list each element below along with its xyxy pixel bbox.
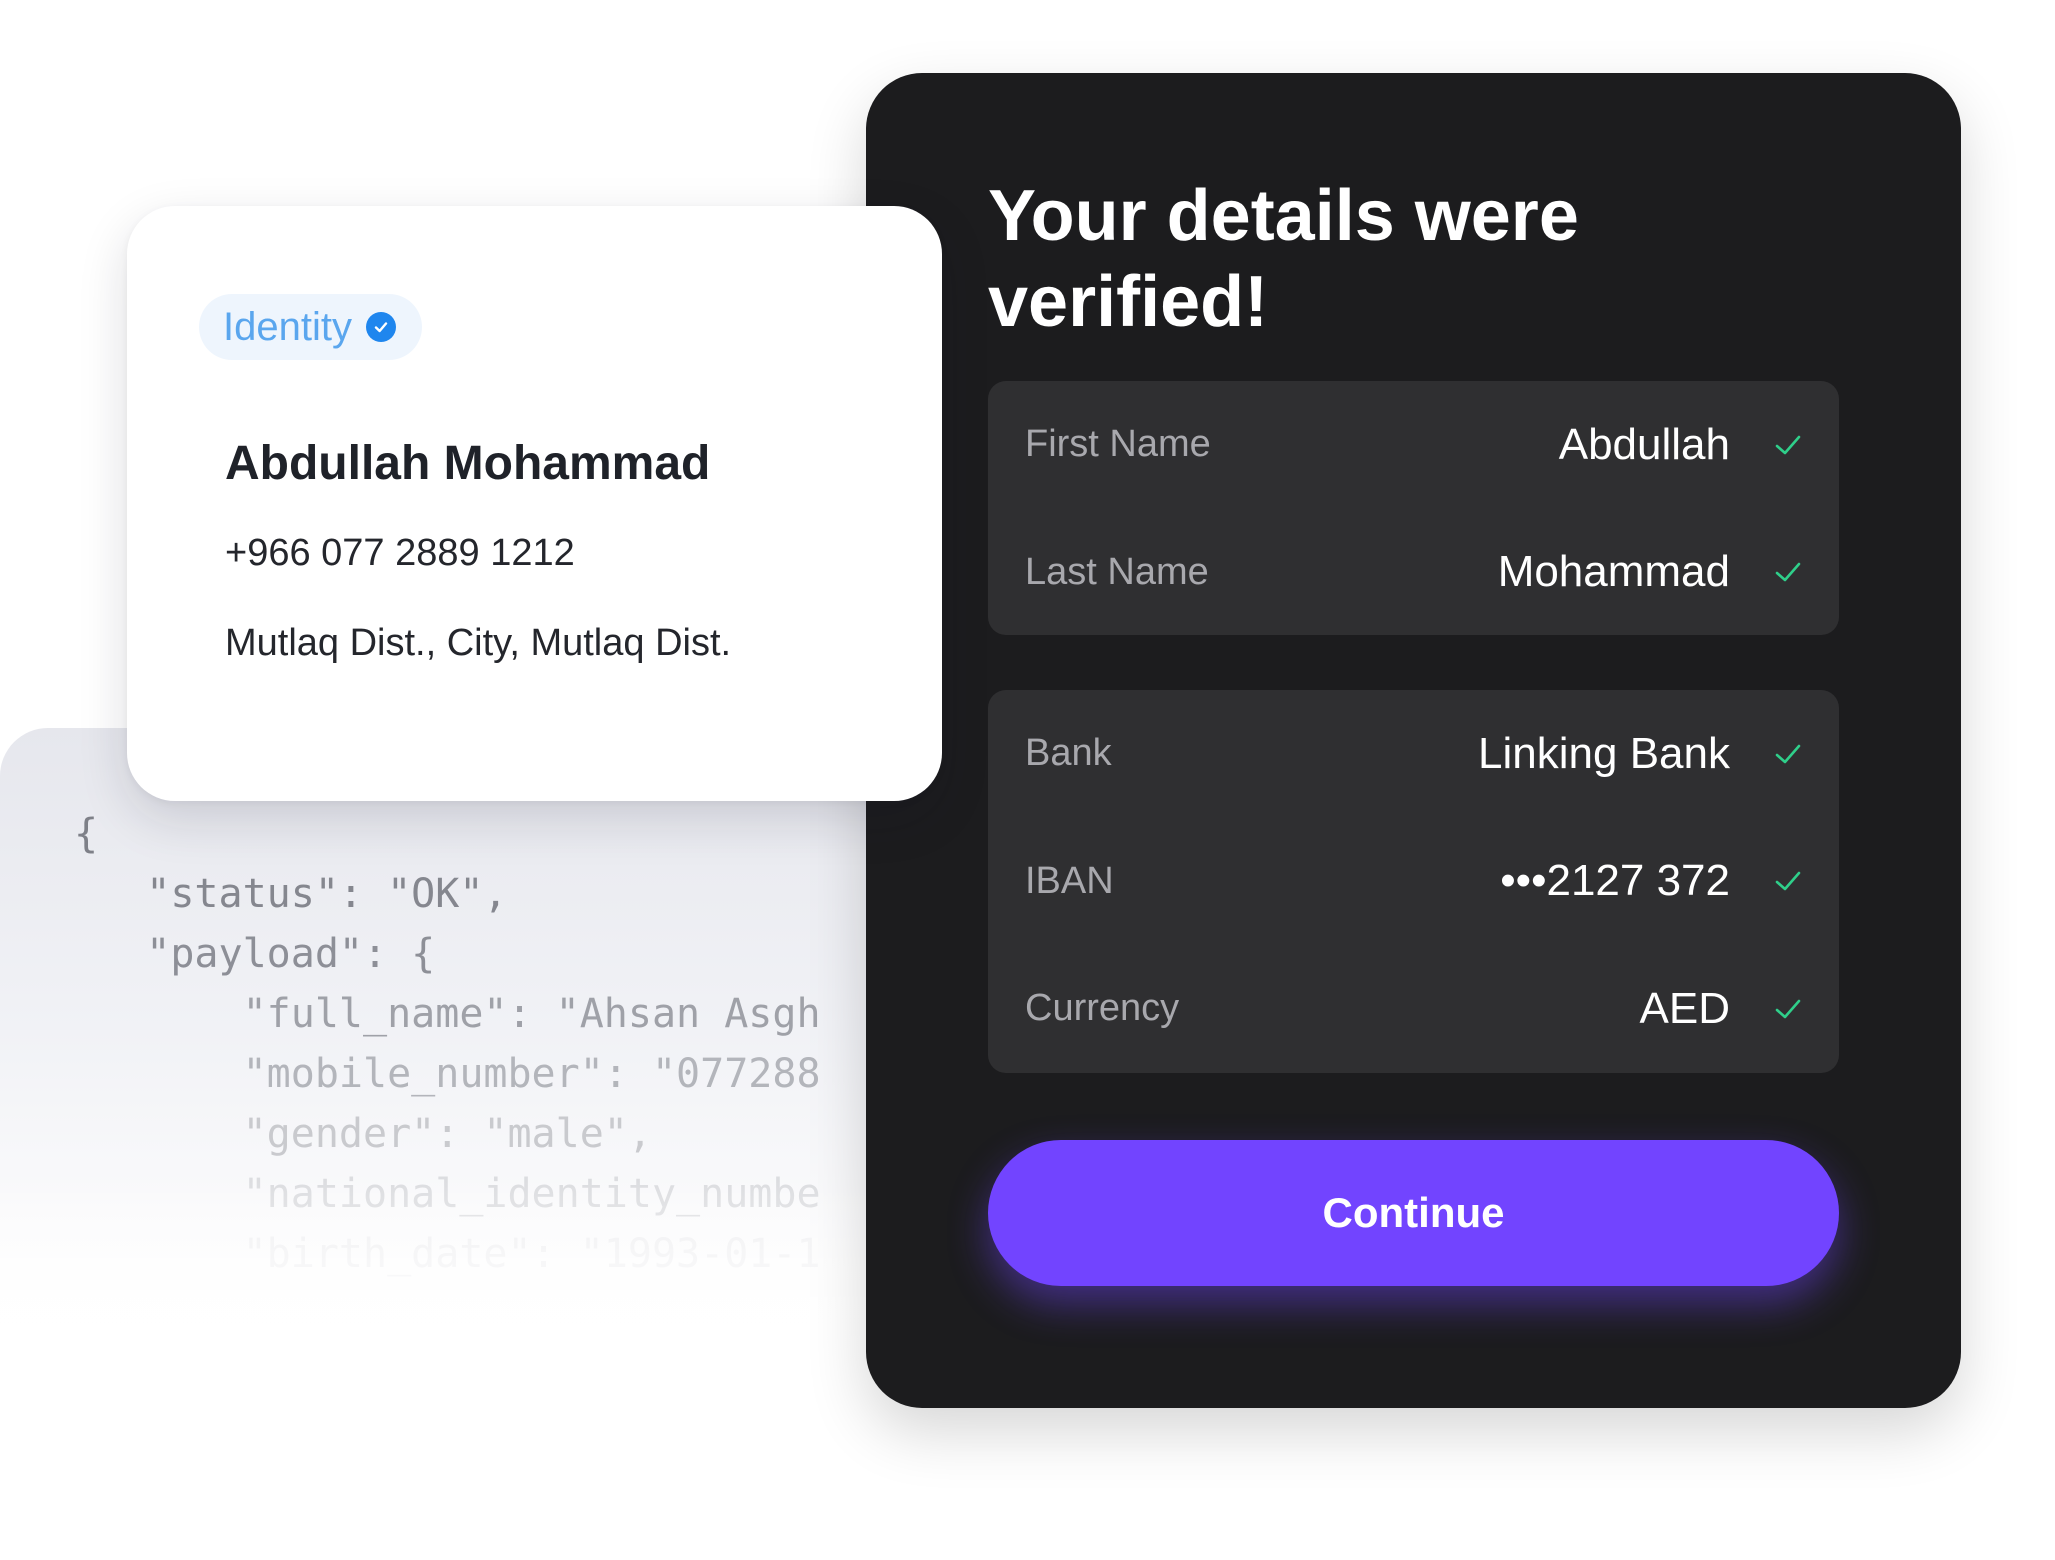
detail-row-last-name: Last Name Mohammad [988, 509, 1839, 637]
check-icon [1775, 562, 1801, 582]
api-response-code-panel: { "status": "OK", "payload": { "full_nam… [0, 728, 900, 1400]
code-block: { "status": "OK", "payload": { "full_nam… [74, 804, 821, 1284]
verification-panel: Your details were verified! First Name A… [866, 73, 1961, 1408]
check-icon [1775, 999, 1801, 1019]
detail-value: •••2127 372 [1500, 856, 1730, 906]
code-line: "gender": "male", [74, 1111, 652, 1157]
detail-row-bank: Bank Linking Bank [988, 690, 1839, 818]
identity-address: Mutlaq Dist., City, Mutlaq Dist. [225, 622, 732, 664]
detail-row-first-name: First Name Abdullah [988, 381, 1839, 509]
code-line: { [74, 811, 99, 857]
identity-badge: Identity [199, 294, 422, 360]
identity-name: Abdullah Mohammad [225, 437, 711, 490]
verification-title: Your details were verified! [988, 176, 1579, 342]
code-line: "mobile_number": "077288 [74, 1051, 821, 1097]
code-line: "full_name": "Ahsan Asgh [74, 991, 821, 1037]
name-details-group: First Name Abdullah Last Name Mohammad [988, 381, 1839, 635]
detail-label: Bank [1025, 732, 1112, 775]
detail-label: Last Name [1025, 550, 1209, 593]
identity-phone: +966 077 2889 1212 [225, 532, 575, 574]
detail-value: AED [1639, 983, 1730, 1033]
detail-row-currency: Currency AED [988, 945, 1839, 1073]
detail-value: Mohammad [1497, 547, 1730, 597]
detail-label: Currency [1025, 987, 1180, 1030]
code-line: "payload": { [74, 931, 436, 977]
bank-details-group: Bank Linking Bank IBAN •••2127 372 Curre… [988, 690, 1839, 1073]
code-line: "national_identity_numbe [74, 1171, 821, 1217]
code-line: "status": "OK", [74, 871, 508, 917]
detail-value: Abdullah [1558, 419, 1730, 469]
stage: { "status": "OK", "payload": { "full_nam… [0, 0, 2055, 1560]
check-icon [1775, 435, 1801, 455]
identity-card: Identity Abdullah Mohammad +966 077 2889… [127, 206, 942, 801]
detail-value: Linking Bank [1478, 728, 1730, 778]
detail-label: IBAN [1025, 859, 1114, 902]
code-line: "birth_date": "1993-01-1 [74, 1231, 821, 1277]
identity-badge-label: Identity [223, 304, 352, 349]
check-icon [1775, 744, 1801, 764]
check-icon [1775, 871, 1801, 891]
verified-check-icon [365, 312, 396, 342]
continue-button[interactable]: Continue [988, 1140, 1839, 1286]
detail-row-iban: IBAN •••2127 372 [988, 818, 1839, 946]
detail-label: First Name [1025, 423, 1211, 466]
